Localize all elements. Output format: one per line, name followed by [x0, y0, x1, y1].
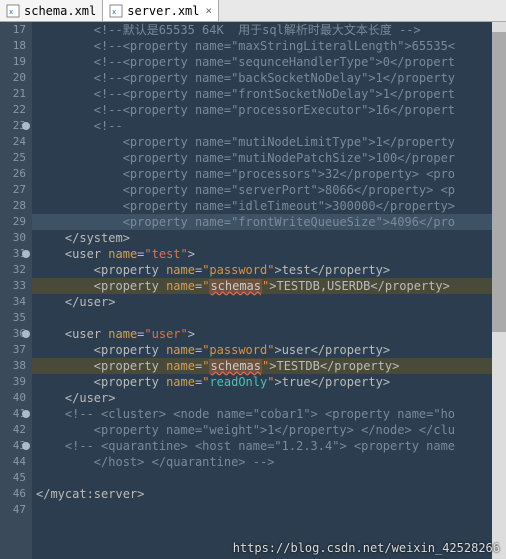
code-line[interactable]: <!-- <cluster> <node name="cobar1"> <pro… — [32, 406, 506, 422]
line-gutter: 1718192021222324252627282930313233343536… — [0, 22, 32, 559]
line-number: 40 — [2, 390, 26, 406]
code-line[interactable] — [32, 310, 506, 326]
fold-marker-icon[interactable] — [22, 442, 30, 450]
line-number: 25 — [2, 150, 26, 166]
vertical-scrollbar[interactable] — [492, 22, 506, 559]
code-line[interactable] — [32, 470, 506, 486]
line-number: 37 — [2, 342, 26, 358]
watermark-text: https://blog.csdn.net/weixin_42528266 — [233, 541, 500, 555]
code-line[interactable]: <property name="frontWriteQueueSize">409… — [32, 214, 506, 230]
code-line[interactable]: <user name="user"> — [32, 326, 506, 342]
line-number: 23 — [2, 118, 26, 134]
line-number: 29 — [2, 214, 26, 230]
code-line[interactable]: <property name="password">user</property… — [32, 342, 506, 358]
fold-marker-icon[interactable] — [22, 122, 30, 130]
line-number: 32 — [2, 262, 26, 278]
code-line[interactable]: <!-- <quarantine> <host name="1.2.3.4"> … — [32, 438, 506, 454]
code-line[interactable]: <property name="readOnly">true</property… — [32, 374, 506, 390]
line-number: 20 — [2, 70, 26, 86]
line-number: 28 — [2, 198, 26, 214]
code-line[interactable]: </mycat:server> — [32, 486, 506, 502]
xml-file-icon: x — [109, 4, 123, 18]
line-number: 35 — [2, 310, 26, 326]
code-line[interactable]: <property name="weight">1</property> </n… — [32, 422, 506, 438]
tab-bar: x schema.xml x server.xml × — [0, 0, 506, 22]
code-line[interactable]: </host> </quarantine> --> — [32, 454, 506, 470]
line-number: 36 — [2, 326, 26, 342]
line-number: 18 — [2, 38, 26, 54]
line-number: 46 — [2, 486, 26, 502]
code-line[interactable]: <property name="processors">32</property… — [32, 166, 506, 182]
tab-schema[interactable]: x schema.xml — [0, 0, 103, 21]
line-number: 45 — [2, 470, 26, 486]
tab-label: server.xml — [127, 4, 199, 18]
code-line[interactable]: <!--<property name="frontSocketNoDelay">… — [32, 86, 506, 102]
scrollbar-thumb[interactable] — [492, 32, 506, 332]
code-line[interactable]: <property name="schemas">TESTDB,USERDB</… — [32, 278, 506, 294]
line-number: 24 — [2, 134, 26, 150]
tab-label: schema.xml — [24, 4, 96, 18]
fold-marker-icon[interactable] — [22, 330, 30, 338]
code-line[interactable]: <!-- — [32, 118, 506, 134]
line-number: 31 — [2, 246, 26, 262]
line-number: 44 — [2, 454, 26, 470]
line-number: 42 — [2, 422, 26, 438]
svg-text:x: x — [9, 8, 13, 16]
line-number: 38 — [2, 358, 26, 374]
line-number: 30 — [2, 230, 26, 246]
line-number: 21 — [2, 86, 26, 102]
code-line[interactable]: <property name="password">test</property… — [32, 262, 506, 278]
code-line[interactable]: <property name="idleTimeout">300000</pro… — [32, 198, 506, 214]
tab-server[interactable]: x server.xml × — [103, 0, 219, 21]
code-line[interactable]: <!--<property name="maxStringLiteralLeng… — [32, 38, 506, 54]
code-line[interactable]: <!--<property name="processorExecutor">1… — [32, 102, 506, 118]
line-number: 34 — [2, 294, 26, 310]
fold-marker-icon[interactable] — [22, 410, 30, 418]
editor: 1718192021222324252627282930313233343536… — [0, 22, 506, 559]
line-number: 43 — [2, 438, 26, 454]
line-number: 22 — [2, 102, 26, 118]
code-line[interactable]: </user> — [32, 390, 506, 406]
code-line[interactable]: <property name="mutiNodePatchSize">100</… — [32, 150, 506, 166]
svg-text:x: x — [112, 8, 116, 16]
line-number: 47 — [2, 502, 26, 518]
code-line[interactable]: <!--<property name="backSocketNoDelay">1… — [32, 70, 506, 86]
code-line[interactable]: <!--<property name="sequnceHandlerType">… — [32, 54, 506, 70]
fold-marker-icon[interactable] — [22, 250, 30, 258]
line-number: 17 — [2, 22, 26, 38]
code-line[interactable]: </system> — [32, 230, 506, 246]
line-number: 19 — [2, 54, 26, 70]
code-area[interactable]: <!--默认是65535 64K 用于sql解析时最大文本长度 --> <!--… — [32, 22, 506, 559]
close-icon[interactable]: × — [206, 4, 213, 17]
code-line[interactable]: <property name="schemas">TESTDB</propert… — [32, 358, 506, 374]
code-line[interactable]: <property name="serverPort">8066</proper… — [32, 182, 506, 198]
code-line[interactable]: <property name="mutiNodeLimitType">1</pr… — [32, 134, 506, 150]
code-line[interactable] — [32, 502, 506, 518]
line-number: 39 — [2, 374, 26, 390]
line-number: 41 — [2, 406, 26, 422]
code-line[interactable]: <!--默认是65535 64K 用于sql解析时最大文本长度 --> — [32, 22, 506, 38]
code-line[interactable]: <user name="test"> — [32, 246, 506, 262]
line-number: 33 — [2, 278, 26, 294]
line-number: 26 — [2, 166, 26, 182]
xml-file-icon: x — [6, 4, 20, 18]
code-line[interactable]: </user> — [32, 294, 506, 310]
line-number: 27 — [2, 182, 26, 198]
